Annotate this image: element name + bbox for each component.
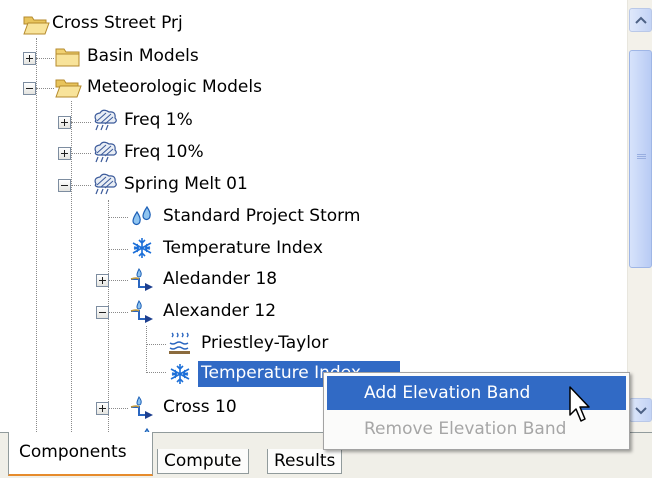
tree-guide-line (36, 88, 54, 89)
component-tree[interactable]: Cross Street Prj Basin Models Meteorolog… (0, 0, 627, 432)
subbasin-icon (128, 299, 156, 323)
expand-toggle[interactable] (58, 147, 71, 160)
tree-guide-line (71, 153, 91, 154)
tree-guide-line (71, 185, 91, 186)
scroll-down-button[interactable] (629, 398, 652, 422)
collapse-toggle[interactable] (58, 179, 71, 192)
tree-item-alexander-12[interactable]: Alexander 12 (160, 299, 279, 325)
tree-guide-line (108, 312, 128, 313)
grip-icon (637, 154, 646, 163)
storm-icon (91, 172, 119, 196)
storm-icon (91, 108, 119, 132)
tree-guide-line (146, 326, 147, 371)
tab-results[interactable]: Results (267, 449, 343, 474)
tree-guide-line (108, 408, 128, 409)
tree-guide-line (36, 58, 54, 59)
folder-open-icon (22, 12, 50, 36)
tree-guide-line (108, 217, 128, 218)
chevron-up-icon (635, 16, 647, 24)
chevron-down-icon (635, 407, 647, 415)
folder-open-icon (54, 75, 82, 99)
vertical-scrollbar[interactable] (627, 0, 652, 432)
tree-item-freq-10[interactable]: Freq 10% (121, 140, 207, 166)
subbasin-icon (128, 395, 156, 419)
tree-item-aledander-18[interactable]: Aledander 18 (160, 267, 280, 293)
collapse-toggle[interactable] (96, 306, 109, 319)
tab-compute[interactable]: Compute (157, 449, 249, 474)
tree-item-spring-melt-01[interactable]: Spring Melt 01 (121, 172, 251, 198)
expand-toggle[interactable] (23, 52, 36, 65)
tree-guide-line (146, 344, 166, 345)
tree-root-label[interactable]: Cross Street Prj (49, 11, 186, 37)
tree-item-temperature-index[interactable]: Temperature Index (160, 236, 326, 262)
tree-item-priestley-taylor[interactable]: Priestley-Taylor (198, 331, 331, 357)
tab-components[interactable]: Components (8, 432, 153, 476)
tree-guide-line (108, 249, 128, 250)
tree-guide-line (36, 38, 37, 432)
tree-item-basin-models[interactable]: Basin Models (84, 44, 202, 70)
mouse-pointer-icon (569, 386, 590, 422)
scrollbar-thumb[interactable] (629, 50, 652, 268)
water-drops-icon (128, 204, 156, 228)
tree-guide-line (146, 372, 166, 373)
expand-toggle[interactable] (96, 402, 109, 415)
expand-toggle[interactable] (96, 274, 109, 287)
tree-guide-line (108, 280, 128, 281)
tree-guide-line (71, 122, 91, 123)
tree-item-standard-project-storm[interactable]: Standard Project Storm (160, 204, 363, 230)
snowflake-icon (166, 362, 194, 386)
subbasin-icon (128, 267, 156, 291)
scroll-up-button[interactable] (629, 8, 652, 32)
tree-item-freq-1[interactable]: Freq 1% (121, 108, 196, 134)
collapse-toggle[interactable] (23, 82, 36, 95)
tree-item-meteorologic-models[interactable]: Meteorologic Models (84, 75, 265, 101)
evapotranspiration-icon (166, 331, 194, 355)
tree-guide-line (71, 101, 72, 432)
folder-icon (54, 44, 82, 68)
storm-icon (91, 140, 119, 164)
snowflake-icon (128, 236, 156, 260)
tree-item-cross-10[interactable]: Cross 10 (160, 395, 240, 421)
expand-toggle[interactable] (58, 116, 71, 129)
